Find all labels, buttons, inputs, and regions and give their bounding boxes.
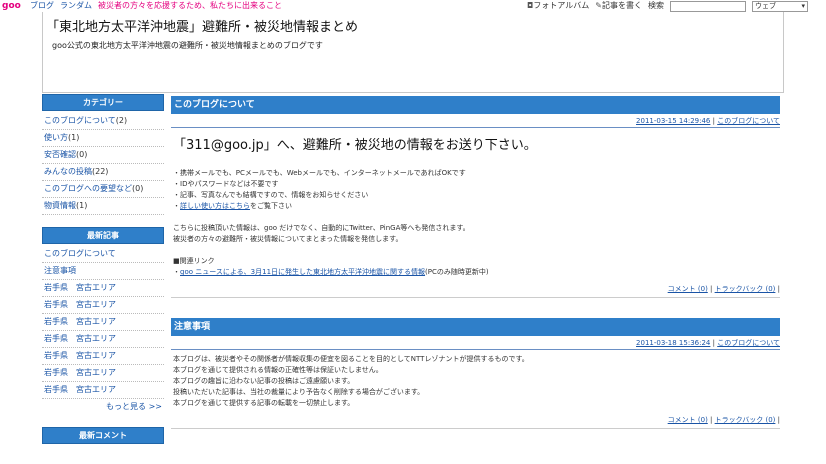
post-meta: 2011-03-18 15:36:24 | このブログについて <box>171 336 780 350</box>
recent-post-item[interactable]: 岩手県 宮古エリア <box>42 297 164 314</box>
categories-heading: カテゴリー <box>42 94 164 111</box>
top-bar: goo ブログ ランダム 被災者の方々を応援するため、私たちに出来ること ◘フォ… <box>0 0 826 12</box>
post-date-link[interactable]: 2011-03-15 14:29:46 <box>636 117 710 125</box>
recent-post-item[interactable]: 岩手県 宮古エリア <box>42 314 164 331</box>
more-posts-link[interactable]: もっと見る >> <box>42 399 164 415</box>
post-line: 本ブログを通じて提供する記事の転載を一切禁止します。 <box>173 399 355 407</box>
related-label: ■関連リンク <box>173 257 215 265</box>
post-category-link[interactable]: このブログについて <box>717 339 780 347</box>
nav-random-link[interactable]: ランダム <box>60 0 92 12</box>
search-input[interactable] <box>670 0 746 12</box>
support-notice-link[interactable]: 被災者の方々を応援するため、私たちに出来ること <box>98 0 282 12</box>
recent-post-item[interactable]: 岩手県 宮古エリア <box>42 280 164 297</box>
post-line: ・goo ニュースによる、3月11日に発生した東北地方太平洋沖地震に関する情報(… <box>173 268 489 276</box>
pencil-icon: ✎ <box>595 1 602 10</box>
post-title[interactable]: このブログについて <box>171 96 780 114</box>
search-label: 検索 <box>648 1 664 10</box>
category-list: このブログについて(2) 使い方(1) 安否確認(0) みんなの投稿(22) こ… <box>42 111 164 221</box>
post-line: ・記事、写真なんでも結構ですので、情報をお知らせください <box>173 191 369 199</box>
category-item[interactable]: このブログへの要望など(0) <box>42 181 164 198</box>
post-body: 「311@goo.jp」へ、避難所・被災地の情報をお送り下さい。 ・携帯メールで… <box>171 128 780 278</box>
post-line: 本ブログを通じて提供される情報の正確性等は保証いたしません。 <box>173 366 383 374</box>
recent-comments-heading: 最新コメント <box>42 427 164 444</box>
post-footer: コメント (0) | トラックバック (0) | <box>171 282 780 298</box>
post-date-link[interactable]: 2011-03-18 15:36:24 <box>636 339 710 347</box>
goo-logo[interactable]: goo <box>2 0 21 12</box>
post-headline: 「311@goo.jp」へ、避難所・被災地の情報をお送り下さい。 <box>173 138 537 153</box>
comment-link[interactable]: コメント (0) <box>668 416 708 424</box>
recent-post-item[interactable]: このブログについて <box>42 246 164 263</box>
post-line: ・詳しい使い方はこちらをご覧下さい <box>173 202 292 210</box>
post-footer: コメント (0) | トラックバック (0) | <box>171 413 780 429</box>
post-line: 本ブログは、被災者やその関係者が情報収集の便宜を図ることを目的としてNTTレゾナ… <box>173 355 529 363</box>
comment-link[interactable]: コメント (0) <box>668 285 708 293</box>
recent-posts-heading: 最新記事 <box>42 227 164 244</box>
top-tools: ◘フォトアルバム ✎記事を書く 検索 ウェブ ▾ <box>527 0 808 12</box>
post-line: 被災者の方々の避難所・被災情報についてまとまった情報を発信します。 <box>173 235 403 243</box>
category-item[interactable]: 使い方(1) <box>42 130 164 147</box>
photo-album-link[interactable]: ◘フォトアルバム <box>527 0 589 12</box>
blog-title[interactable]: 「東北地方太平洋沖地震」避難所・被災地情報まとめ <box>46 16 358 35</box>
recent-post-item[interactable]: 注意事項 <box>42 263 164 280</box>
post-line: 投稿いただいた記事は、当社の裁量により予告なく削除する場合がございます。 <box>173 388 425 396</box>
post-category-link[interactable]: このブログについて <box>717 117 780 125</box>
recent-post-item[interactable]: 岩手県 宮古エリア <box>42 382 164 399</box>
blog-subtitle: goo公式の東北地方太平洋沖地震の避難所・被災地情報まとめのブログです <box>52 41 323 50</box>
post-line: こちらに投稿頂いた情報は、goo だけでなく、自動的にTwitter、PinGA… <box>173 224 470 232</box>
category-item[interactable]: 物資情報(1) <box>42 198 164 215</box>
recent-post-item[interactable]: 岩手県 宮古エリア <box>42 348 164 365</box>
recent-posts-list: このブログについて 注意事項 岩手県 宮古エリア 岩手県 宮古エリア 岩手県 宮… <box>42 244 164 421</box>
related-news-link[interactable]: goo ニュースによる、3月11日に発生した東北地方太平洋沖地震に関する情報 <box>180 268 425 276</box>
category-item[interactable]: 安否確認(0) <box>42 147 164 164</box>
post-body: 本ブログは、被災者やその関係者が情報収集の便宜を図ることを目的としてNTTレゾナ… <box>171 350 780 409</box>
recent-post-item[interactable]: 岩手県 宮古エリア <box>42 365 164 382</box>
nav-blog-link[interactable]: ブログ <box>30 0 54 12</box>
post-line: ・携帯メールでも、PCメールでも、Webメールでも、インターネットメールであれば… <box>173 169 466 177</box>
howto-link[interactable]: 詳しい使い方はこちら <box>180 202 250 210</box>
post-line: 本ブログの趣旨に沿わない記事の投稿はご遠慮願います。 <box>173 377 355 385</box>
post-line: ・IDやパスワードなどは不要です <box>173 180 279 188</box>
category-item[interactable]: みんなの投稿(22) <box>42 164 164 181</box>
main-content: このブログについて 2011-03-15 14:29:46 | このブログについ… <box>171 96 780 429</box>
top-nav: ブログ ランダム 被災者の方々を応援するため、私たちに出来ること <box>30 0 282 12</box>
write-article-link[interactable]: ✎記事を書く <box>595 0 642 12</box>
search-scope-select[interactable]: ウェブ ▾ <box>752 0 808 12</box>
post-title[interactable]: 注意事項 <box>171 318 780 336</box>
recent-post-item[interactable]: 岩手県 宮古エリア <box>42 331 164 348</box>
category-item[interactable]: このブログについて(2) <box>42 113 164 130</box>
post-meta: 2011-03-15 14:29:46 | このブログについて <box>171 114 780 128</box>
chevron-down-icon: ▾ <box>801 2 805 10</box>
sidebar: カテゴリー このブログについて(2) 使い方(1) 安否確認(0) みんなの投稿… <box>42 94 164 444</box>
trackback-link[interactable]: トラックバック (0) <box>715 285 776 293</box>
trackback-link[interactable]: トラックバック (0) <box>715 416 776 424</box>
